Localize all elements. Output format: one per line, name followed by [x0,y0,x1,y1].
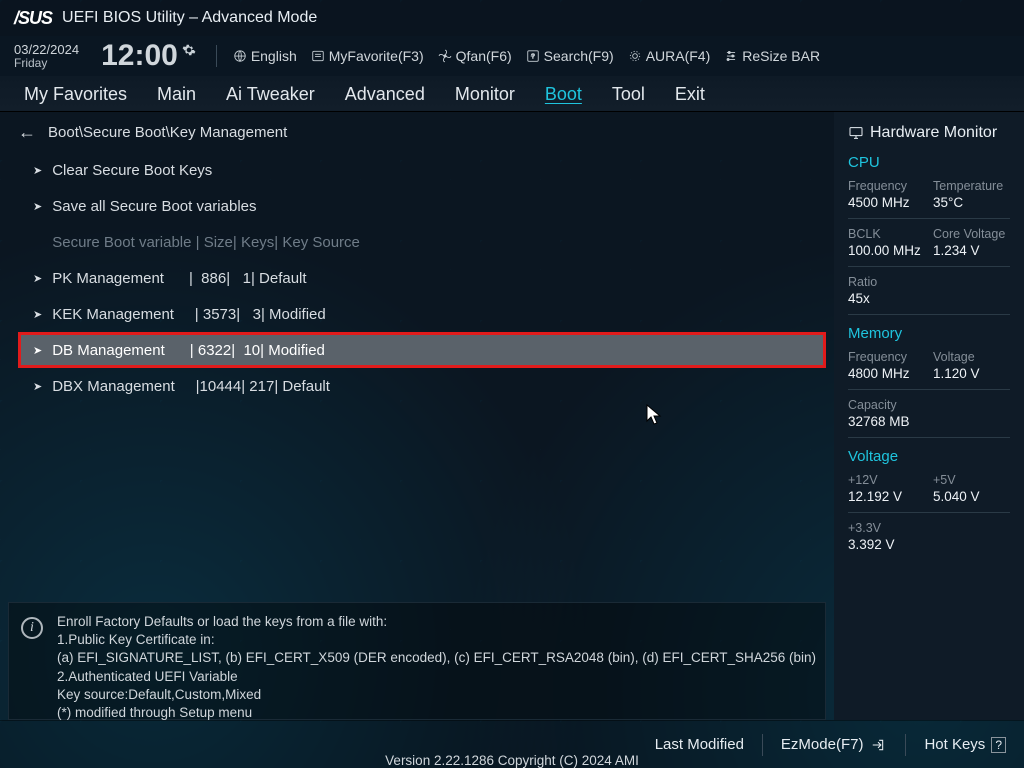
fan-icon [438,49,452,63]
tab-main[interactable]: Main [157,84,196,111]
clock-time: 12:00 [101,39,178,73]
monitor-icon [848,125,864,141]
help-line: Enroll Factory Defaults or load the keys… [57,613,816,631]
chevron-right-icon: ➤ [33,200,42,213]
memory-section-head: Memory [848,325,1010,342]
tab-ai-tweaker[interactable]: Ai Tweaker [226,84,315,111]
search-icon: ? [526,49,540,63]
ezmode-button[interactable]: EzMode(F7) [781,736,888,753]
chevron-right-icon: ➤ [33,308,42,321]
asus-logo: /SUS [14,8,52,29]
tab-my-favorites[interactable]: My Favorites [24,84,127,111]
myfavorite-button[interactable]: MyFavorite(F3) [311,48,424,64]
utility-bar: 03/22/2024 Friday 12:00 English MyFavori… [0,36,1024,76]
menu-item[interactable]: ➤DBX Management |10444| 217| Default [18,368,826,404]
tab-advanced[interactable]: Advanced [345,84,425,111]
help-line: Key source:Default,Custom,Mixed [57,686,816,704]
search-button[interactable]: ? Search(F9) [526,48,614,64]
resizebar-button[interactable]: ReSize BAR [724,48,820,64]
help-line: (a) EFI_SIGNATURE_LIST, (b) EFI_CERT_X50… [57,649,816,667]
chevron-right-icon: ➤ [33,272,42,285]
chevron-right-icon: ➤ [33,344,42,357]
back-button[interactable]: ← [18,122,36,143]
menu-item[interactable]: ➤KEK Management | 3573| 3| Modified [18,296,826,332]
help-line: 1.Public Key Certificate in: [57,631,816,649]
bottom-bar: Last Modified EzMode(F7) Hot Keys ? Vers… [0,720,1024,768]
tab-boot[interactable]: Boot [545,84,582,111]
day-text: Friday [14,57,79,70]
chevron-right-icon: ➤ [33,164,42,177]
question-icon: ? [991,737,1006,753]
breadcrumb: Boot\Secure Boot\Key Management [48,124,287,141]
menu-item[interactable]: ➤PK Management | 886| 1| Default [18,260,826,296]
main-panel: ← Boot\Secure Boot\Key Management ➤Clear… [0,112,834,720]
help-panel: i Enroll Factory Defaults or load the ke… [8,602,826,720]
aura-icon [628,49,642,63]
menu-list-icon [311,49,325,63]
menu-list: ➤Clear Secure Boot Keys➤Save all Secure … [0,152,834,598]
qfan-button[interactable]: Qfan(F6) [438,48,512,64]
tab-exit[interactable]: Exit [675,84,705,111]
tabs-bar: My Favorites Main Ai Tweaker Advanced Mo… [0,76,1024,112]
globe-icon [233,49,247,63]
help-line: 2.Authenticated UEFI Variable [57,668,816,686]
last-modified-button[interactable]: Last Modified [655,736,744,753]
date-block: 03/22/2024 Friday [14,43,79,69]
menu-header: ➤Secure Boot variable | Size| Keys| Key … [18,224,826,260]
date-text: 03/22/2024 [14,43,79,57]
voltage-section-head: Voltage [848,448,1010,465]
exit-icon [869,738,887,752]
version-text: Version 2.22.1286 Copyright (C) 2024 AMI [0,753,1024,768]
gear-icon [182,43,196,57]
aura-button[interactable]: AURA(F4) [628,48,711,64]
clock[interactable]: 12:00 [101,39,196,73]
tab-monitor[interactable]: Monitor [455,84,515,111]
bios-title: UEFI BIOS Utility – Advanced Mode [62,9,317,27]
info-icon: i [21,617,43,639]
title-bar: /SUS UEFI BIOS Utility – Advanced Mode [0,0,1024,36]
menu-item[interactable]: ➤DB Management | 6322| 10| Modified [18,332,826,368]
language-selector[interactable]: English [233,48,297,64]
menu-item[interactable]: ➤Clear Secure Boot Keys [18,152,826,188]
tab-tool[interactable]: Tool [612,84,645,111]
hotkeys-button[interactable]: Hot Keys ? [924,736,1006,753]
hw-title: Hardware Monitor [870,124,997,142]
svg-text:?: ? [531,53,535,60]
sliders-icon [724,49,738,63]
menu-item[interactable]: ➤Save all Secure Boot variables [18,188,826,224]
hardware-monitor-panel: Hardware Monitor CPU Frequency4500 MHz T… [834,112,1024,720]
cpu-section-head: CPU [848,154,1010,171]
chevron-right-icon: ➤ [33,380,42,393]
